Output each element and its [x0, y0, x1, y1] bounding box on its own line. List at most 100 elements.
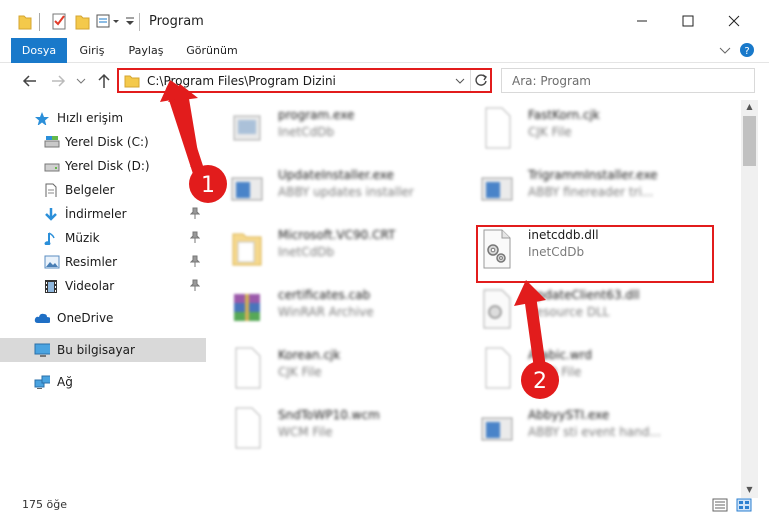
installer-file-icon [231, 177, 263, 201]
customize-toolbar-icon[interactable] [95, 11, 123, 31]
up-arrow-icon [98, 73, 110, 88]
address-path: C:\Program Files\Program Dizini [147, 74, 336, 88]
file-description: ABBY updates installer [278, 185, 414, 199]
pin-icon[interactable] [190, 159, 200, 171]
file-description: WinRAR Archive [278, 305, 374, 319]
pin-icon[interactable] [190, 183, 200, 195]
file-item[interactable]: certificates.cab WinRAR Archive [216, 280, 466, 336]
file-name: Korean.cjk [278, 348, 341, 362]
file-item[interactable]: AbbyySTI.exe ABBY sti event hand... [466, 400, 716, 456]
file-item[interactable]: SndToWP10.wcm WCM File [216, 400, 466, 456]
file-name: AbbyySTI.exe [528, 408, 610, 422]
generic-file-icon [235, 407, 261, 449]
file-item[interactable]: TrigrammInstaller.exe ABBY finereader tr… [466, 160, 716, 216]
archive-file-icon [234, 294, 260, 321]
generic-file-icon [235, 347, 261, 389]
title-separator [139, 13, 140, 31]
file-item[interactable]: FastKorn.cjk CJK File [466, 100, 716, 156]
expand-ribbon-icon[interactable] [719, 46, 731, 56]
sidebar-item-label: Belgeler [65, 183, 115, 197]
refresh-icon[interactable] [474, 73, 488, 87]
forward-arrow-icon [52, 75, 66, 87]
file-item[interactable]: Korean.cjk CJK File [216, 340, 466, 396]
sidebar-item-this-pc[interactable]: Bu bilgisayar [0, 338, 206, 362]
tab-view[interactable]: Görünüm [182, 38, 242, 63]
minimize-icon [637, 20, 647, 22]
pin-icon[interactable] [190, 255, 200, 267]
close-button[interactable] [711, 6, 757, 36]
drive-icon [44, 163, 60, 172]
sidebar-item-label: Bu bilgisayar [57, 343, 135, 357]
file-explorer-window: Program Dosya Giriş Paylaş Görünüm ? C:\… [0, 0, 769, 530]
sidebar-item-music[interactable]: Müzik [0, 226, 206, 250]
up-button[interactable] [94, 70, 114, 92]
sidebar-item-label: İndirmeler [65, 207, 127, 221]
file-list: program.exe InetCdDb FastKorn.cjk CJK Fi… [216, 100, 740, 498]
cloud-icon [34, 313, 50, 323]
vertical-scrollbar[interactable]: ▲ ▼ [741, 100, 758, 498]
file-description: ABBY sti event hand... [528, 425, 661, 439]
sidebar-item-label: Yerel Disk (D:) [65, 159, 150, 173]
forward-button[interactable] [48, 70, 68, 92]
ribbon-tabs: Dosya Giriş Paylaş Görünüm ? [0, 38, 769, 94]
qa-separator [39, 13, 40, 31]
file-item[interactable]: Arabic.wrd WRD File [466, 340, 716, 396]
properties-icon[interactable] [51, 11, 67, 31]
file-item[interactable]: program.exe InetCdDb [216, 100, 466, 156]
address-bar[interactable]: C:\Program Files\Program Dizini [117, 68, 492, 93]
recent-locations-button[interactable] [75, 70, 87, 92]
generic-file-icon [485, 107, 511, 149]
help-icon[interactable]: ? [739, 42, 755, 58]
file-item[interactable]: UpdateClient63.dll Resource DLL [466, 280, 716, 336]
sidebar-item-network[interactable]: Ağ [0, 370, 206, 394]
sidebar-item-videos[interactable]: Videolar [0, 274, 206, 298]
scroll-thumb[interactable] [743, 116, 756, 166]
sidebar-item-label: Yerel Disk (C:) [65, 135, 149, 149]
maximize-button[interactable] [665, 6, 711, 36]
computer-icon [34, 343, 50, 357]
download-icon [45, 208, 57, 221]
network-icon [34, 375, 50, 389]
back-button[interactable] [20, 70, 40, 92]
folder-icon [18, 15, 32, 30]
file-description: WCM File [278, 425, 333, 439]
dropdown-arrow-icon[interactable] [125, 11, 135, 31]
sidebar-item-label: OneDrive [57, 311, 114, 325]
status-bar: 175 öğe [0, 498, 769, 530]
pin-icon[interactable] [190, 279, 200, 291]
sidebar-item-pictures[interactable]: Resimler [0, 250, 206, 274]
file-description: ABBY finereader tri... [528, 185, 654, 199]
search-box[interactable]: Ara: Program [501, 68, 755, 93]
file-name: Arabic.wrd [528, 348, 593, 362]
tab-share[interactable]: Paylaş [122, 38, 170, 63]
pin-icon[interactable] [190, 207, 200, 219]
file-description: InetCdDb [278, 245, 335, 259]
sidebar-item-documents[interactable]: Belgeler [0, 178, 206, 202]
minimize-button[interactable] [619, 6, 665, 36]
sidebar-item-downloads[interactable]: İndirmeler [0, 202, 206, 226]
file-description: InetCdDb [278, 125, 335, 139]
sidebar-item-label: Hızlı erişim [57, 111, 124, 125]
pin-icon[interactable] [190, 231, 200, 243]
exe-file-icon [233, 115, 261, 141]
scroll-down-arrow[interactable]: ▼ [741, 483, 758, 497]
address-dropdown-icon[interactable] [455, 76, 465, 86]
star-icon [35, 112, 49, 125]
file-item[interactable]: UpdateInstaller.exe ABBY updates install… [216, 160, 466, 216]
tab-home[interactable]: Giriş [72, 38, 112, 63]
file-name: certificates.cab [278, 288, 371, 302]
large-icons-view-icon[interactable] [736, 498, 752, 512]
title-bar: Program [0, 0, 769, 38]
scroll-up-arrow[interactable]: ▲ [741, 100, 758, 114]
file-item[interactable]: Microsoft.VC90.CRT InetCdDb [216, 220, 466, 276]
dll-file-icon [483, 289, 511, 329]
sidebar-item-local-disk-c[interactable]: Yerel Disk (C:) [0, 130, 206, 154]
file-name: FastKorn.cjk [528, 108, 600, 122]
details-view-icon[interactable] [712, 498, 728, 512]
chevron-down-icon [76, 78, 86, 84]
sidebar-item-quick-access[interactable]: Hızlı erişim [0, 106, 206, 130]
new-folder-icon[interactable] [75, 11, 91, 31]
folder-icon [232, 233, 262, 266]
sidebar-item-onedrive[interactable]: OneDrive [0, 306, 206, 330]
sidebar-item-local-disk-d[interactable]: Yerel Disk (D:) [0, 154, 206, 178]
